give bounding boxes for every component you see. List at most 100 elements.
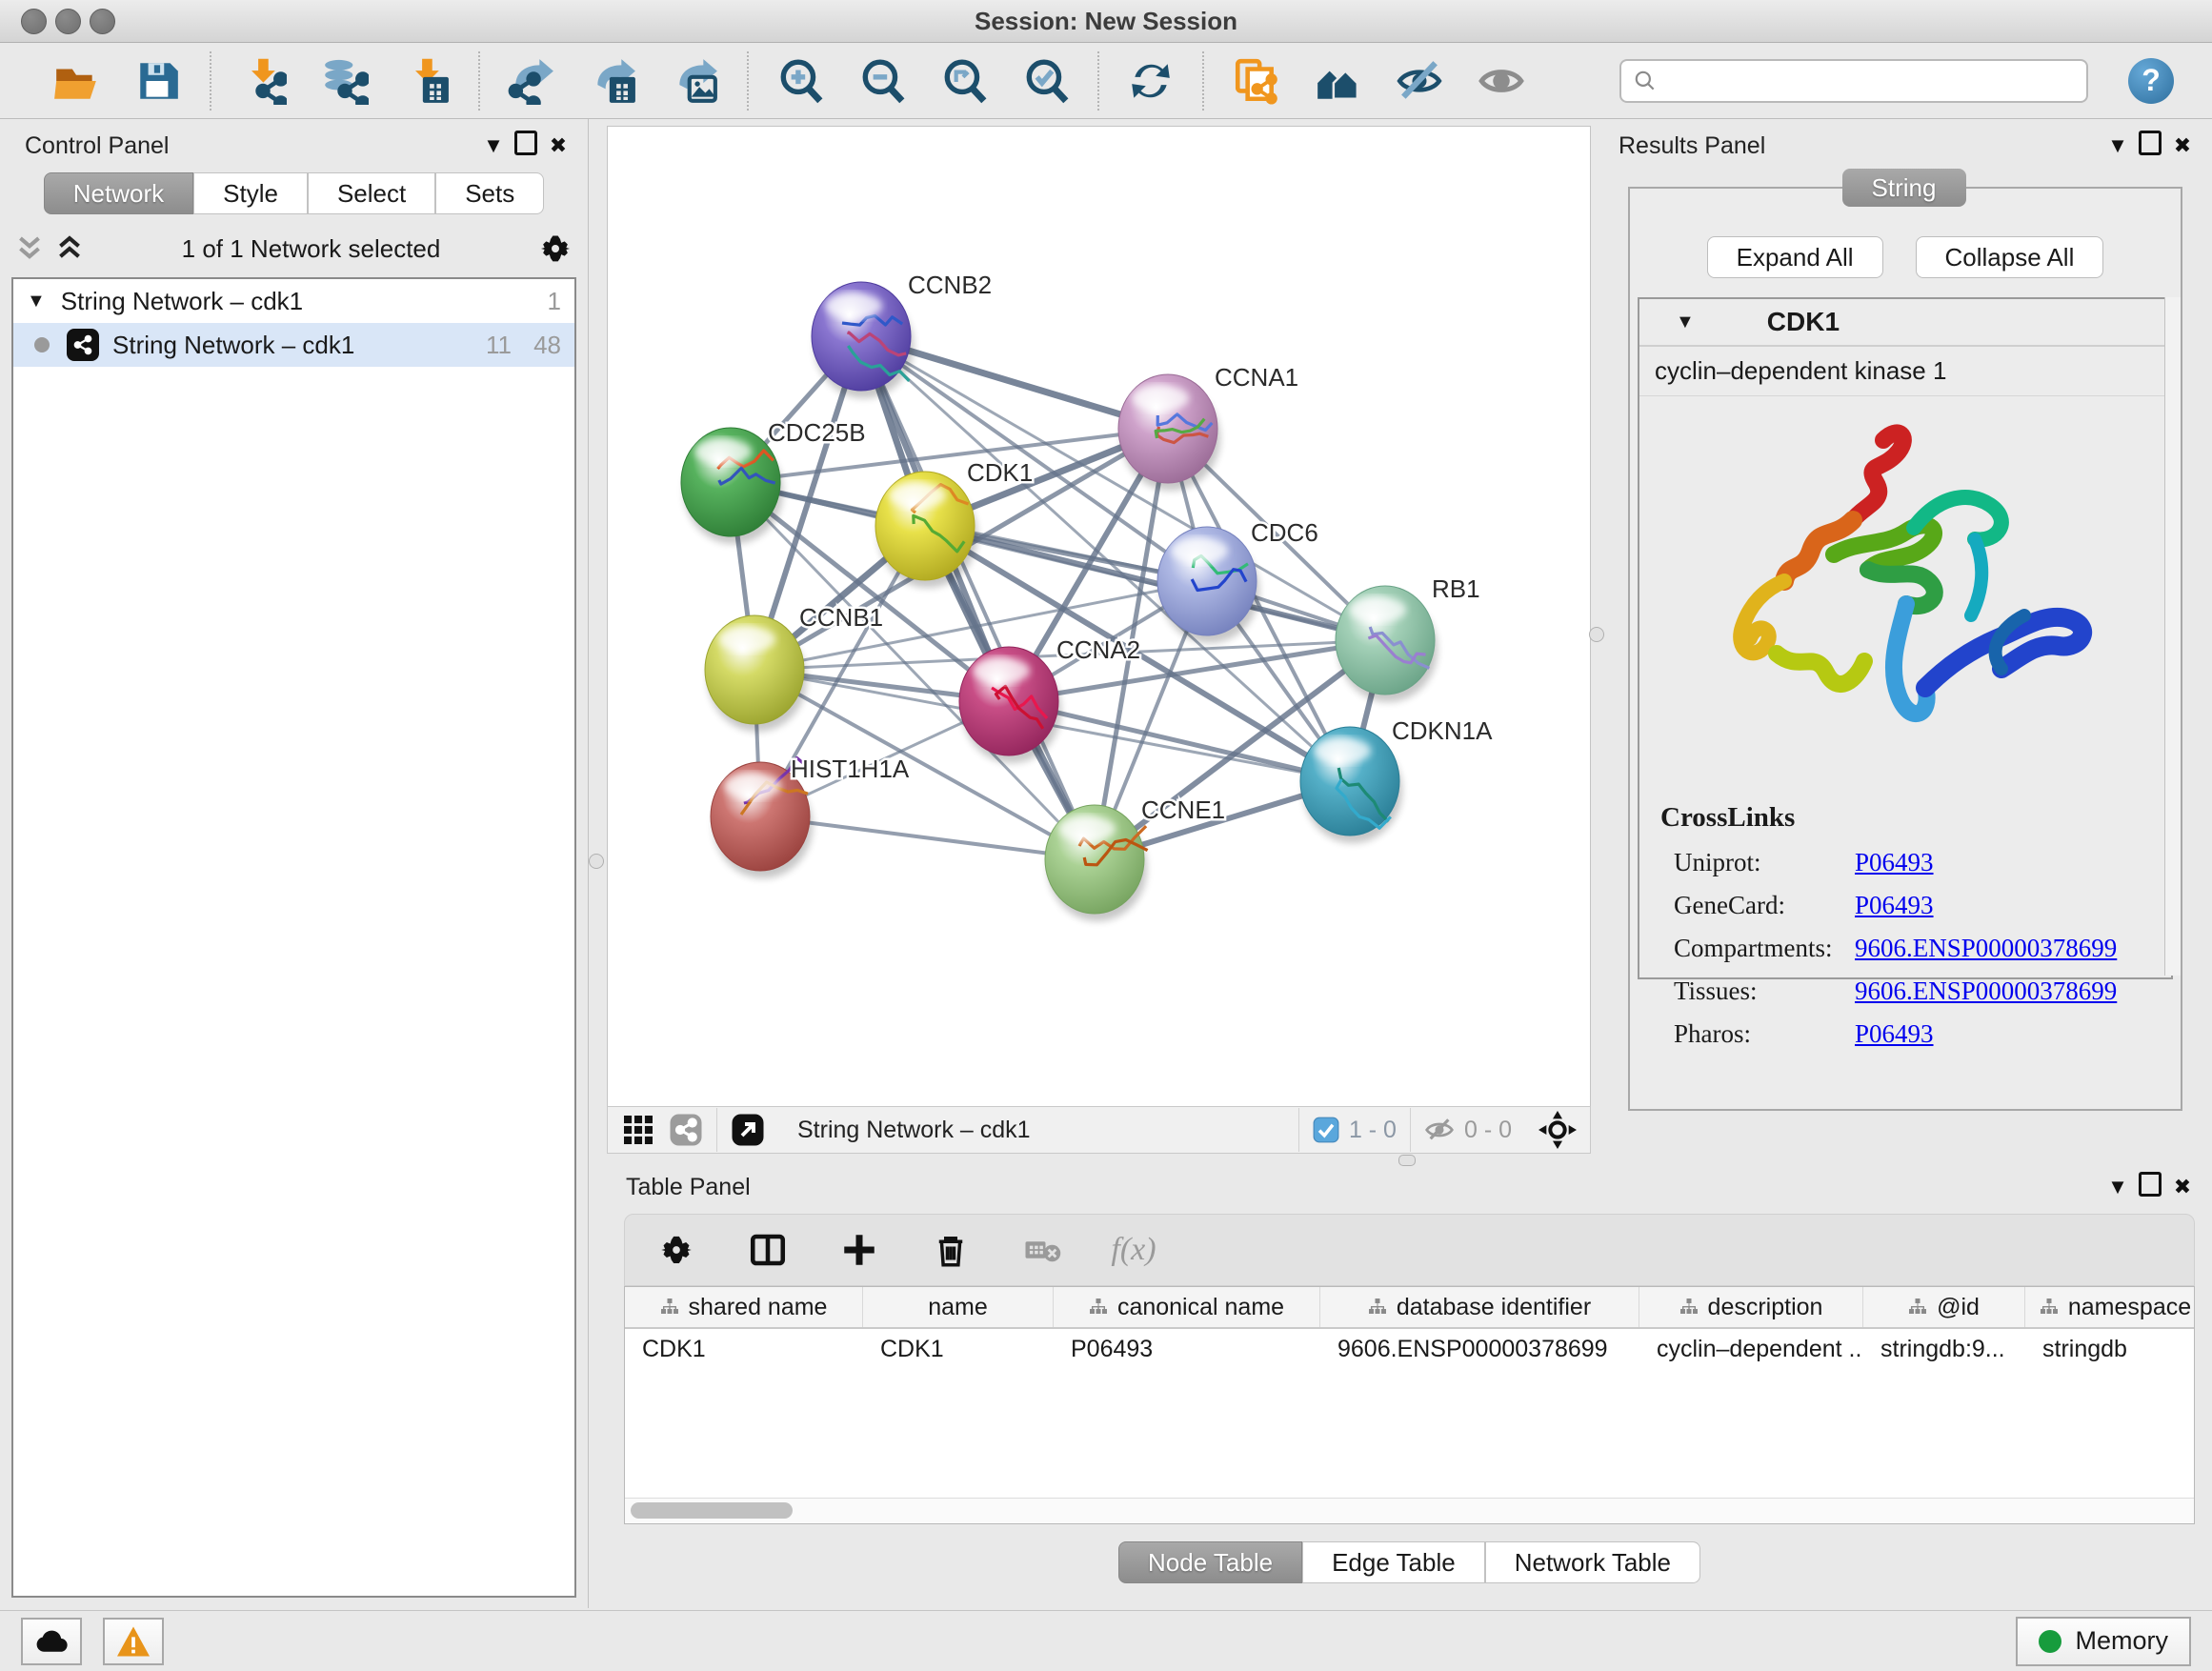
birdseye-navigator-icon[interactable]: [1538, 1111, 1577, 1149]
save-session-icon[interactable]: [133, 56, 183, 106]
tab-style[interactable]: Style: [193, 172, 308, 214]
window-minimize-button[interactable]: [55, 9, 81, 34]
crosslink-link[interactable]: 9606.ENSP00000378699: [1855, 934, 2117, 963]
add-column-icon[interactable]: [835, 1225, 884, 1275]
export-network-icon[interactable]: [507, 56, 556, 106]
collection-expand-triangle-icon[interactable]: ▼: [27, 291, 46, 312]
import-network-icon[interactable]: [238, 56, 288, 106]
control-panel-menu-icon[interactable]: ▼: [477, 133, 510, 158]
node-CCNB2[interactable]: [812, 282, 914, 398]
column-header-name[interactable]: name: [863, 1287, 1054, 1327]
crosslink-link[interactable]: P06493: [1855, 1019, 1934, 1049]
tab-network[interactable]: Network: [44, 172, 193, 214]
results-panel-menu-icon[interactable]: ▼: [2101, 133, 2134, 158]
entry-collapse-triangle-icon[interactable]: ▼: [1676, 312, 1695, 333]
node-CCNB1[interactable]: [705, 615, 807, 732]
import-table-icon[interactable]: [402, 56, 452, 106]
show-all-icon[interactable]: [1477, 56, 1526, 106]
tab-sets[interactable]: Sets: [435, 172, 544, 214]
tab-node-table[interactable]: Node Table: [1118, 1541, 1302, 1583]
open-session-icon[interactable]: [51, 56, 101, 106]
node-CDKN1A[interactable]: [1300, 727, 1402, 843]
export-table-icon[interactable]: [589, 56, 638, 106]
zoom-out-icon[interactable]: [857, 56, 907, 106]
node-CCNA2[interactable]: [959, 647, 1061, 763]
network-canvas[interactable]: CCNB2 CCNA1 CDC25B CDK1 CDC6: [607, 126, 1591, 1107]
window-close-button[interactable]: [21, 9, 47, 34]
zoom-selected-icon[interactable]: [1021, 56, 1071, 106]
crosslink-link[interactable]: P06493: [1855, 891, 1934, 920]
control-panel-close-icon[interactable]: ✖: [542, 133, 574, 158]
open-in-new-window-icon[interactable]: [731, 1113, 765, 1147]
node-CCNE1[interactable]: [1045, 805, 1148, 921]
horizontal-splitter-handle[interactable]: [1398, 1155, 1416, 1166]
table-cell[interactable]: cyclin–dependent ...: [1639, 1329, 1863, 1369]
first-neighbors-icon[interactable]: [1313, 56, 1362, 106]
left-splitter-handle[interactable]: [589, 854, 604, 869]
results-panel-float-icon[interactable]: [2134, 131, 2166, 161]
network-options-gear-icon[interactable]: [536, 230, 574, 268]
tab-select[interactable]: Select: [308, 172, 435, 214]
selected-checkbox-icon[interactable]: [1313, 1117, 1339, 1143]
table-cell[interactable]: 9606.ENSP00000378699: [1320, 1329, 1639, 1369]
column-header-database-identifier[interactable]: database identifier: [1320, 1287, 1639, 1327]
column-header-shared-name[interactable]: shared name: [625, 1287, 863, 1327]
table-horizontal-scrollbar[interactable]: [625, 1498, 2194, 1523]
column-header-description[interactable]: description: [1639, 1287, 1863, 1327]
memory-button[interactable]: Memory: [2016, 1617, 2191, 1666]
search-input[interactable]: [1665, 67, 2075, 95]
collapse-all-button[interactable]: Collapse All: [1916, 236, 2104, 278]
table-panel-close-icon[interactable]: ✖: [2166, 1175, 2199, 1199]
table-gear-icon[interactable]: [652, 1225, 701, 1275]
hide-selected-icon[interactable]: [1395, 56, 1444, 106]
table-panel-menu-icon[interactable]: ▼: [2101, 1175, 2134, 1199]
table-cell[interactable]: CDK1: [863, 1329, 1054, 1369]
entry-header[interactable]: ▼ CDK1: [1639, 299, 2171, 347]
window-zoom-button[interactable]: [90, 9, 115, 34]
split-panel-icon[interactable]: [743, 1225, 793, 1275]
crosslink-link[interactable]: P06493: [1855, 848, 1934, 877]
delete-icon[interactable]: [926, 1225, 975, 1275]
table-panel-float-icon[interactable]: [2134, 1172, 2166, 1202]
export-image-icon[interactable]: [671, 56, 720, 106]
crosslink-link[interactable]: 9606.ENSP00000378699: [1855, 976, 2117, 1006]
expand-all-chevron-icon[interactable]: [53, 234, 86, 263]
table-cell[interactable]: CDK1: [625, 1329, 863, 1369]
help-button[interactable]: ?: [2128, 58, 2174, 104]
import-network-from-database-icon[interactable]: [320, 56, 370, 106]
new-network-from-selection-icon[interactable]: [1231, 56, 1280, 106]
hidden-eye-icon[interactable]: [1424, 1115, 1455, 1145]
results-scrollbar[interactable]: [2164, 297, 2181, 976]
results-panel-close-icon[interactable]: ✖: [2166, 133, 2199, 158]
column-header-namespace[interactable]: namespace: [2025, 1287, 2195, 1327]
node-CDK1[interactable]: [875, 472, 977, 588]
zoom-in-icon[interactable]: [775, 56, 825, 106]
right-splitter-handle[interactable]: [1589, 627, 1604, 642]
table-cell[interactable]: stringdb: [2025, 1329, 2195, 1369]
table-cell[interactable]: stringdb:9...: [1863, 1329, 2025, 1369]
collapse-all-chevron-icon[interactable]: [13, 234, 46, 263]
table-cell[interactable]: P06493: [1054, 1329, 1320, 1369]
function-builder-icon[interactable]: f(x): [1109, 1225, 1158, 1275]
network-collection-row[interactable]: ▼ String Network – cdk1 1: [13, 279, 574, 323]
column-header-canonical-name[interactable]: canonical name: [1054, 1287, 1320, 1327]
warning-button[interactable]: [103, 1618, 164, 1665]
column-header--id[interactable]: @id: [1863, 1287, 2025, 1327]
node-RB1[interactable]: [1336, 586, 1438, 702]
search-box[interactable]: [1619, 59, 2088, 103]
tab-edge-table[interactable]: Edge Table: [1302, 1541, 1485, 1583]
expand-all-button[interactable]: Expand All: [1707, 236, 1883, 278]
zoom-fit-icon[interactable]: [939, 56, 989, 106]
node-CDC6[interactable]: [1157, 527, 1259, 643]
grid-view-icon[interactable]: [621, 1113, 655, 1147]
network-row[interactable]: String Network – cdk1 11 48: [13, 323, 574, 367]
results-tab-string[interactable]: String: [1842, 169, 1966, 207]
refresh-icon[interactable]: [1126, 56, 1176, 106]
table-row[interactable]: CDK1CDK1P064939606.ENSP00000378699cyclin…: [625, 1329, 2194, 1369]
node-CCNA1[interactable]: [1118, 374, 1220, 491]
clear-table-icon[interactable]: [1017, 1225, 1067, 1275]
string-share-icon[interactable]: [669, 1113, 703, 1147]
control-panel-float-icon[interactable]: [510, 131, 542, 161]
tab-network-table[interactable]: Network Table: [1485, 1541, 1700, 1583]
cloud-button[interactable]: [21, 1618, 82, 1665]
